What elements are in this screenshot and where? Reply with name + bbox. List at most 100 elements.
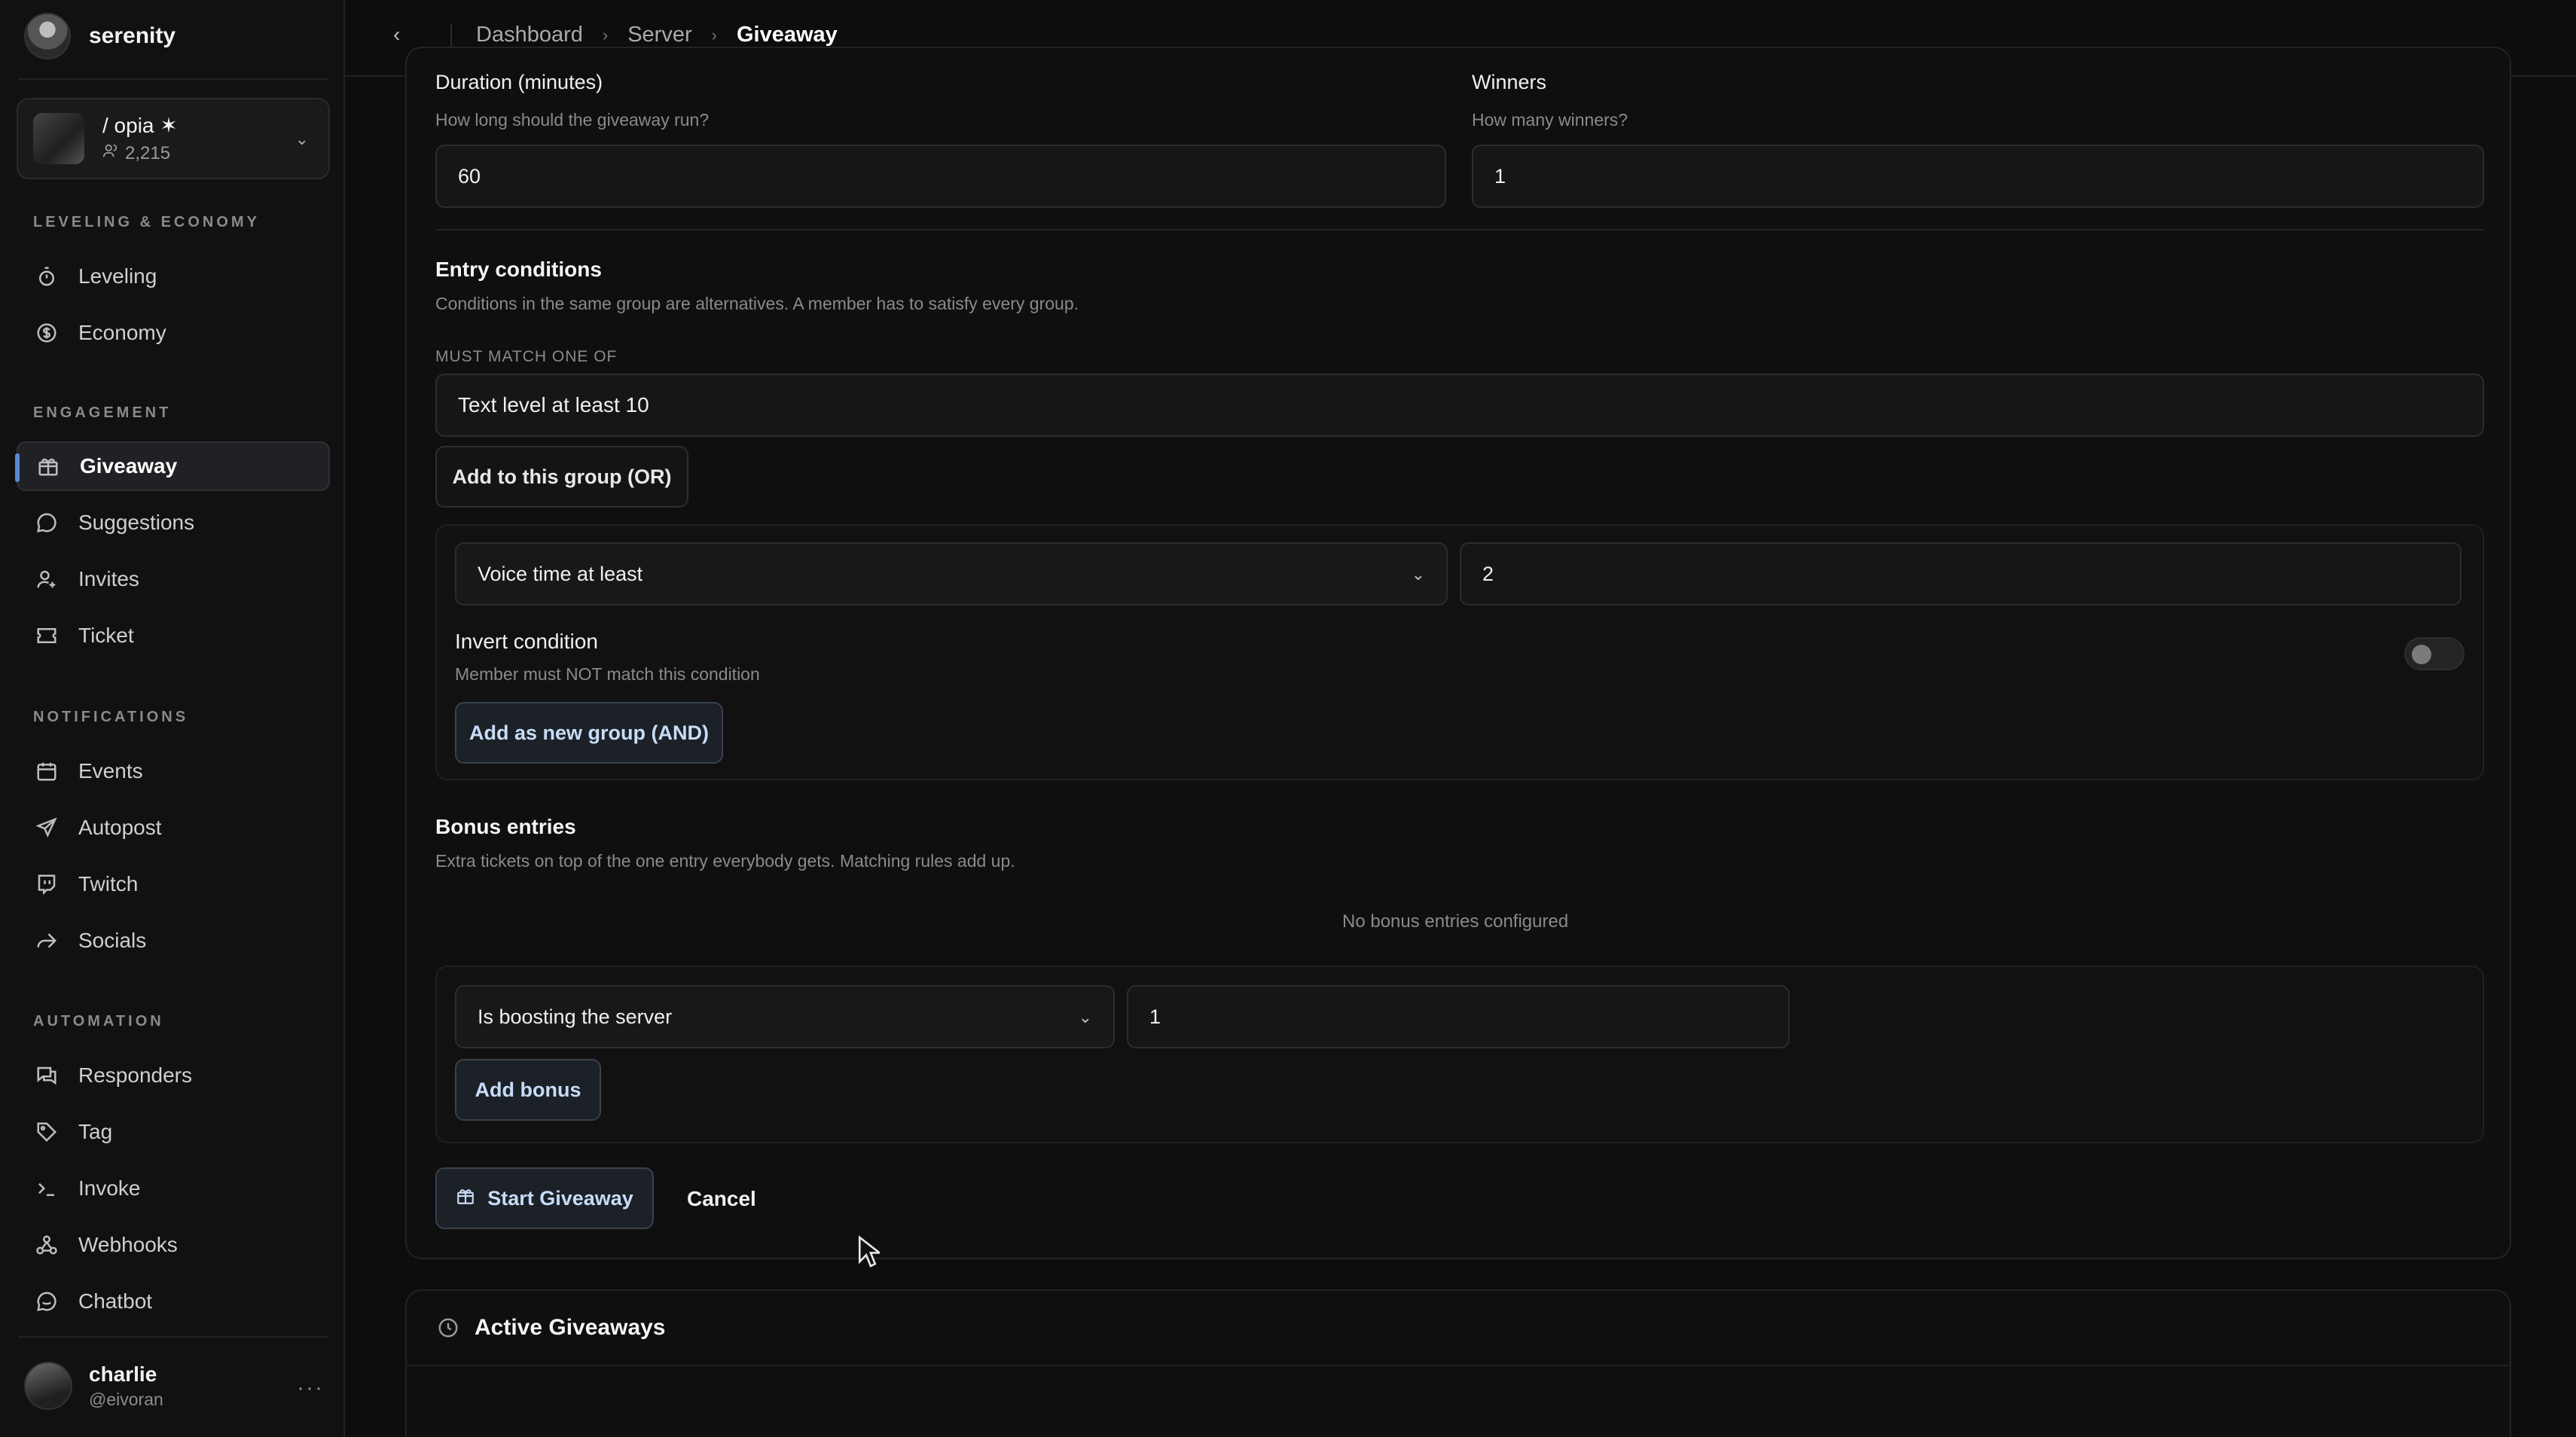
bonus-rule-editor: Is boosting the server ⌄ 1 Add bonus	[435, 966, 2484, 1143]
add-as-new-group-and-button[interactable]: Add as new group (AND)	[455, 702, 723, 764]
member-count-value: 2,215	[125, 142, 171, 163]
sidebar-item-label: Economy	[78, 321, 166, 344]
breadcrumb-dashboard[interactable]: Dashboard	[476, 23, 583, 47]
sidebar-item-leveling[interactable]: Leveling	[17, 252, 330, 301]
sidebar-item-label: Leveling	[78, 264, 157, 288]
create-giveaway-panel: Duration (minutes) How long should the g…	[405, 47, 2511, 1259]
entry-conditions-description: Conditions in the same group are alterna…	[435, 294, 1079, 313]
divider	[18, 78, 328, 80]
webhook-icon	[35, 1233, 59, 1257]
divider	[435, 229, 2484, 230]
chevron-down-icon: ⌄	[1078, 1008, 1092, 1027]
bonus-rule-value: Is boosting the server	[478, 1005, 673, 1028]
start-giveaway-label: Start Giveaway	[487, 1186, 633, 1210]
chevron-down-icon: ⌄	[1411, 565, 1425, 584]
breadcrumb-current: Giveaway	[736, 23, 838, 47]
active-giveaways-title: Active Giveaways	[475, 1315, 666, 1340]
sidebar-item-events[interactable]: Events	[17, 746, 330, 796]
main-content: Duration (minutes) How long should the g…	[345, 47, 2576, 1437]
gift-icon	[36, 454, 60, 478]
app-name: serenity	[89, 23, 176, 48]
server-switcher[interactable]: / opia ✶ 2,215 ⌄	[17, 98, 330, 179]
calendar-icon	[35, 759, 59, 783]
members-icon	[102, 142, 119, 164]
sidebar-item-label: Autopost	[78, 816, 162, 839]
bonus-rule-select[interactable]: Is boosting the server ⌄	[455, 985, 1115, 1048]
sidebar-item-chatbot[interactable]: Chatbot	[17, 1277, 330, 1326]
sidebar-item-ticket[interactable]: Ticket	[17, 611, 330, 661]
add-bonus-button[interactable]: Add bonus	[455, 1059, 601, 1121]
tag-icon	[35, 1120, 59, 1144]
sidebar-item-invoke[interactable]: Invoke	[17, 1164, 330, 1213]
stopwatch-icon	[35, 264, 59, 288]
sidebar-item-economy[interactable]: Economy	[17, 308, 330, 358]
sidebar-item-label: Socials	[78, 929, 147, 952]
bonus-tickets-input[interactable]: 1	[1127, 985, 1790, 1048]
clock-icon	[437, 1316, 461, 1341]
user-profile[interactable]: charlie @eivoran	[24, 1362, 163, 1410]
user-plus-icon	[35, 567, 59, 591]
sidebar-item-socials[interactable]: Socials	[17, 916, 330, 966]
member-count: 2,215	[102, 142, 178, 164]
section-label-notifications: NOTIFICATIONS	[33, 709, 189, 725]
gift-icon	[456, 1186, 475, 1211]
back-icon[interactable]: ‹	[393, 23, 400, 47]
chevron-right-icon: ›	[711, 25, 717, 44]
sidebar-item-suggestions[interactable]: Suggestions	[17, 498, 330, 548]
sidebar-item-label: Twitch	[78, 872, 139, 895]
sidebar-item-label: Invoke	[78, 1176, 141, 1200]
mouse-cursor-icon	[858, 1235, 880, 1268]
sidebar-item-responders[interactable]: Responders	[17, 1051, 330, 1100]
condition-text-level[interactable]: Text level at least 10	[435, 374, 2484, 437]
condition-type-value: Voice time at least	[478, 562, 643, 585]
sidebar-item-autopost[interactable]: Autopost	[17, 803, 330, 853]
duration-input[interactable]: 60	[435, 145, 1446, 208]
sidebar-item-tag[interactable]: Tag	[17, 1107, 330, 1157]
terminal-icon	[35, 1176, 59, 1201]
app-logo	[24, 13, 71, 59]
section-label-engagement: ENGAGEMENT	[33, 404, 172, 421]
sidebar: serenity / opia ✶ 2,215 ⌄ LEVELING & ECO…	[0, 0, 345, 1437]
server-avatar	[33, 113, 84, 164]
condition-group-label: MUST MATCH ONE OF	[435, 348, 618, 365]
invert-condition-label: Invert condition	[455, 630, 598, 653]
twitch-icon	[35, 872, 59, 896]
breadcrumb-server[interactable]: Server	[627, 23, 691, 47]
sidebar-item-invites[interactable]: Invites	[17, 554, 330, 604]
sidebar-item-label: Invites	[78, 567, 139, 590]
divider	[407, 1365, 2510, 1366]
sidebar-item-label: Webhooks	[78, 1233, 178, 1256]
sidebar-item-label: Responders	[78, 1063, 192, 1087]
coin-icon	[35, 321, 59, 345]
sidebar-item-webhooks[interactable]: Webhooks	[17, 1220, 330, 1270]
brand[interactable]: serenity	[24, 12, 175, 60]
condition-value-input[interactable]: 2	[1460, 542, 2462, 606]
sidebar-item-label: Events	[78, 759, 143, 783]
send-icon	[35, 816, 59, 840]
more-options-icon[interactable]: ···	[297, 1375, 324, 1401]
sidebar-item-label: Chatbot	[78, 1289, 153, 1313]
invert-condition-hint: Member must NOT match this condition	[455, 664, 760, 684]
sidebar-item-giveaway[interactable]: Giveaway	[15, 441, 330, 491]
active-giveaways-panel: Active Giveaways	[405, 1289, 2511, 1437]
start-giveaway-button[interactable]: Start Giveaway	[435, 1167, 654, 1229]
sidebar-item-label: Tag	[78, 1120, 113, 1143]
condition-type-select[interactable]: Voice time at least ⌄	[455, 542, 1448, 606]
breadcrumb: Dashboard › Server › Giveaway	[476, 23, 838, 47]
sidebar-item-label: Giveaway	[80, 454, 178, 477]
sidebar-item-twitch[interactable]: Twitch	[17, 859, 330, 909]
invert-condition-toggle[interactable]	[2404, 637, 2465, 670]
cancel-button[interactable]: Cancel	[687, 1187, 756, 1211]
divider	[18, 1336, 328, 1338]
bonus-entries-heading: Bonus entries	[435, 815, 576, 838]
entry-conditions-heading: Entry conditions	[435, 258, 602, 281]
add-to-group-or-button[interactable]: Add to this group (OR)	[435, 446, 688, 508]
ticket-icon	[35, 624, 59, 648]
share-icon	[35, 929, 59, 953]
duration-label: Duration (minutes)	[435, 71, 603, 93]
winners-input[interactable]: 1	[1472, 145, 2484, 208]
winners-label: Winners	[1472, 71, 1547, 93]
section-label-automation: AUTOMATION	[33, 1013, 164, 1030]
new-condition-editor: Voice time at least ⌄ 2 Invert condition…	[435, 524, 2484, 780]
no-bonus-entries-note: No bonus entries configured	[1342, 911, 1569, 932]
